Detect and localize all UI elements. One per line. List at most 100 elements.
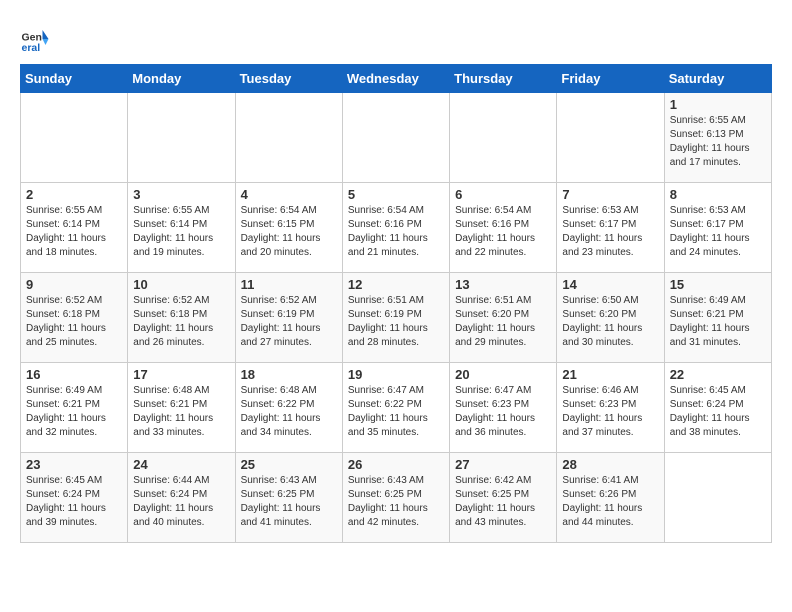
day-info: Sunrise: 6:42 AM Sunset: 6:25 PM Dayligh… bbox=[455, 474, 551, 530]
calendar-cell-w3d4: 20 Sunrise: 6:47 AM Sunset: 6:23 PM Dayli… bbox=[450, 363, 557, 453]
day-info: Sunrise: 6:52 AM Sunset: 6:18 PM Dayligh… bbox=[133, 294, 229, 350]
calendar-cell-w2d1: 10 Sunrise: 6:52 AM Sunset: 6:18 PM Dayli… bbox=[128, 273, 235, 363]
weekday-header-tuesday: Tuesday bbox=[235, 65, 342, 93]
day-number: 22 bbox=[670, 367, 766, 382]
day-number: 25 bbox=[241, 457, 337, 472]
day-info: Sunrise: 6:49 AM Sunset: 6:21 PM Dayligh… bbox=[670, 294, 766, 350]
day-number: 18 bbox=[241, 367, 337, 382]
day-info: Sunrise: 6:45 AM Sunset: 6:24 PM Dayligh… bbox=[26, 474, 122, 530]
calendar-cell-w1d2: 4 Sunrise: 6:54 AM Sunset: 6:15 PM Daylig… bbox=[235, 183, 342, 273]
calendar-cell-w1d3: 5 Sunrise: 6:54 AM Sunset: 6:16 PM Daylig… bbox=[342, 183, 449, 273]
day-info: Sunrise: 6:53 AM Sunset: 6:17 PM Dayligh… bbox=[562, 204, 658, 260]
day-number: 11 bbox=[241, 277, 337, 292]
day-number: 15 bbox=[670, 277, 766, 292]
logo-icon: Gen eral bbox=[20, 24, 50, 54]
calendar-cell-w2d3: 12 Sunrise: 6:51 AM Sunset: 6:19 PM Dayli… bbox=[342, 273, 449, 363]
day-number: 28 bbox=[562, 457, 658, 472]
calendar-cell-w3d2: 18 Sunrise: 6:48 AM Sunset: 6:22 PM Dayli… bbox=[235, 363, 342, 453]
day-number: 13 bbox=[455, 277, 551, 292]
calendar-cell-w4d0: 23 Sunrise: 6:45 AM Sunset: 6:24 PM Dayli… bbox=[21, 453, 128, 543]
calendar-cell-w0d0 bbox=[21, 93, 128, 183]
day-info: Sunrise: 6:41 AM Sunset: 6:26 PM Dayligh… bbox=[562, 474, 658, 530]
day-info: Sunrise: 6:49 AM Sunset: 6:21 PM Dayligh… bbox=[26, 384, 122, 440]
weekday-header-sunday: Sunday bbox=[21, 65, 128, 93]
day-number: 1 bbox=[670, 97, 766, 112]
day-info: Sunrise: 6:55 AM Sunset: 6:14 PM Dayligh… bbox=[133, 204, 229, 260]
day-number: 7 bbox=[562, 187, 658, 202]
day-info: Sunrise: 6:45 AM Sunset: 6:24 PM Dayligh… bbox=[670, 384, 766, 440]
day-number: 26 bbox=[348, 457, 444, 472]
day-number: 8 bbox=[670, 187, 766, 202]
weekday-header-monday: Monday bbox=[128, 65, 235, 93]
calendar-cell-w4d2: 25 Sunrise: 6:43 AM Sunset: 6:25 PM Dayli… bbox=[235, 453, 342, 543]
calendar-cell-w0d2 bbox=[235, 93, 342, 183]
day-info: Sunrise: 6:44 AM Sunset: 6:24 PM Dayligh… bbox=[133, 474, 229, 530]
day-number: 19 bbox=[348, 367, 444, 382]
day-info: Sunrise: 6:48 AM Sunset: 6:21 PM Dayligh… bbox=[133, 384, 229, 440]
calendar-cell-w3d5: 21 Sunrise: 6:46 AM Sunset: 6:23 PM Dayli… bbox=[557, 363, 664, 453]
day-number: 2 bbox=[26, 187, 122, 202]
day-info: Sunrise: 6:52 AM Sunset: 6:18 PM Dayligh… bbox=[26, 294, 122, 350]
weekday-header-saturday: Saturday bbox=[664, 65, 771, 93]
calendar-cell-w0d4 bbox=[450, 93, 557, 183]
calendar-cell-w4d1: 24 Sunrise: 6:44 AM Sunset: 6:24 PM Dayli… bbox=[128, 453, 235, 543]
calendar-cell-w2d0: 9 Sunrise: 6:52 AM Sunset: 6:18 PM Daylig… bbox=[21, 273, 128, 363]
day-number: 16 bbox=[26, 367, 122, 382]
day-number: 4 bbox=[241, 187, 337, 202]
day-number: 24 bbox=[133, 457, 229, 472]
day-info: Sunrise: 6:54 AM Sunset: 6:15 PM Dayligh… bbox=[241, 204, 337, 260]
calendar-cell-w3d0: 16 Sunrise: 6:49 AM Sunset: 6:21 PM Dayli… bbox=[21, 363, 128, 453]
calendar-cell-w0d3 bbox=[342, 93, 449, 183]
calendar-cell-w4d5: 28 Sunrise: 6:41 AM Sunset: 6:26 PM Dayli… bbox=[557, 453, 664, 543]
day-info: Sunrise: 6:50 AM Sunset: 6:20 PM Dayligh… bbox=[562, 294, 658, 350]
weekday-header-thursday: Thursday bbox=[450, 65, 557, 93]
day-number: 12 bbox=[348, 277, 444, 292]
calendar-cell-w1d1: 3 Sunrise: 6:55 AM Sunset: 6:14 PM Daylig… bbox=[128, 183, 235, 273]
calendar-cell-w0d1 bbox=[128, 93, 235, 183]
calendar-cell-w0d6: 1 Sunrise: 6:55 AM Sunset: 6:13 PM Daylig… bbox=[664, 93, 771, 183]
day-number: 17 bbox=[133, 367, 229, 382]
calendar-cell-w3d6: 22 Sunrise: 6:45 AM Sunset: 6:24 PM Dayli… bbox=[664, 363, 771, 453]
day-number: 3 bbox=[133, 187, 229, 202]
weekday-header-friday: Friday bbox=[557, 65, 664, 93]
day-number: 21 bbox=[562, 367, 658, 382]
day-info: Sunrise: 6:55 AM Sunset: 6:14 PM Dayligh… bbox=[26, 204, 122, 260]
day-info: Sunrise: 6:54 AM Sunset: 6:16 PM Dayligh… bbox=[348, 204, 444, 260]
calendar-table: SundayMondayTuesdayWednesdayThursdayFrid… bbox=[20, 64, 772, 543]
calendar-cell-w2d4: 13 Sunrise: 6:51 AM Sunset: 6:20 PM Dayli… bbox=[450, 273, 557, 363]
day-info: Sunrise: 6:47 AM Sunset: 6:23 PM Dayligh… bbox=[455, 384, 551, 440]
day-info: Sunrise: 6:52 AM Sunset: 6:19 PM Dayligh… bbox=[241, 294, 337, 350]
calendar-cell-w4d3: 26 Sunrise: 6:43 AM Sunset: 6:25 PM Dayli… bbox=[342, 453, 449, 543]
weekday-header-wednesday: Wednesday bbox=[342, 65, 449, 93]
day-number: 9 bbox=[26, 277, 122, 292]
calendar-cell-w1d5: 7 Sunrise: 6:53 AM Sunset: 6:17 PM Daylig… bbox=[557, 183, 664, 273]
day-info: Sunrise: 6:48 AM Sunset: 6:22 PM Dayligh… bbox=[241, 384, 337, 440]
calendar-cell-w1d0: 2 Sunrise: 6:55 AM Sunset: 6:14 PM Daylig… bbox=[21, 183, 128, 273]
calendar-cell-w4d6 bbox=[664, 453, 771, 543]
day-info: Sunrise: 6:51 AM Sunset: 6:20 PM Dayligh… bbox=[455, 294, 551, 350]
calendar-cell-w1d4: 6 Sunrise: 6:54 AM Sunset: 6:16 PM Daylig… bbox=[450, 183, 557, 273]
day-info: Sunrise: 6:55 AM Sunset: 6:13 PM Dayligh… bbox=[670, 114, 766, 170]
day-number: 23 bbox=[26, 457, 122, 472]
day-info: Sunrise: 6:43 AM Sunset: 6:25 PM Dayligh… bbox=[241, 474, 337, 530]
day-number: 10 bbox=[133, 277, 229, 292]
calendar-cell-w0d5 bbox=[557, 93, 664, 183]
day-number: 20 bbox=[455, 367, 551, 382]
calendar-cell-w2d6: 15 Sunrise: 6:49 AM Sunset: 6:21 PM Dayli… bbox=[664, 273, 771, 363]
day-info: Sunrise: 6:53 AM Sunset: 6:17 PM Dayligh… bbox=[670, 204, 766, 260]
calendar-cell-w1d6: 8 Sunrise: 6:53 AM Sunset: 6:17 PM Daylig… bbox=[664, 183, 771, 273]
day-info: Sunrise: 6:54 AM Sunset: 6:16 PM Dayligh… bbox=[455, 204, 551, 260]
day-number: 5 bbox=[348, 187, 444, 202]
calendar-cell-w2d2: 11 Sunrise: 6:52 AM Sunset: 6:19 PM Dayli… bbox=[235, 273, 342, 363]
calendar-cell-w4d4: 27 Sunrise: 6:42 AM Sunset: 6:25 PM Dayli… bbox=[450, 453, 557, 543]
day-info: Sunrise: 6:43 AM Sunset: 6:25 PM Dayligh… bbox=[348, 474, 444, 530]
calendar-cell-w2d5: 14 Sunrise: 6:50 AM Sunset: 6:20 PM Dayli… bbox=[557, 273, 664, 363]
day-number: 14 bbox=[562, 277, 658, 292]
day-number: 6 bbox=[455, 187, 551, 202]
day-info: Sunrise: 6:51 AM Sunset: 6:19 PM Dayligh… bbox=[348, 294, 444, 350]
day-number: 27 bbox=[455, 457, 551, 472]
logo: Gen eral bbox=[20, 24, 54, 54]
day-info: Sunrise: 6:46 AM Sunset: 6:23 PM Dayligh… bbox=[562, 384, 658, 440]
day-info: Sunrise: 6:47 AM Sunset: 6:22 PM Dayligh… bbox=[348, 384, 444, 440]
calendar-cell-w3d3: 19 Sunrise: 6:47 AM Sunset: 6:22 PM Dayli… bbox=[342, 363, 449, 453]
